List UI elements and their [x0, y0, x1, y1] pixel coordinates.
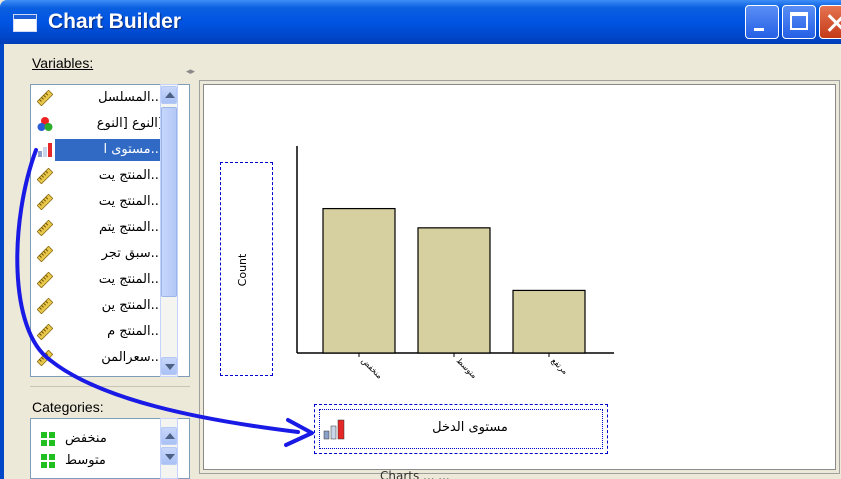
canvas-footer-text: Charts ... ...: [380, 469, 450, 479]
close-button[interactable]: [819, 5, 841, 39]
pane-splitter-vertical[interactable]: ◂▸: [186, 68, 200, 77]
maximize-button[interactable]: [782, 5, 816, 39]
variable-label: [النوع [النوع: [96, 116, 163, 131]
scroll-down-button[interactable]: [161, 357, 177, 375]
variable-label: ...المنتج ين: [101, 298, 163, 313]
ordinal-bars-icon: [37, 142, 53, 158]
variable-item[interactable]: [النوع [النوع: [35, 113, 163, 135]
variable-label: ...سبق تجر: [101, 246, 163, 261]
variable-item[interactable]: ...المنتج يت: [35, 269, 163, 291]
window-title: Chart Builder: [48, 10, 182, 33]
variable-label: ...المسلسل: [98, 90, 163, 105]
variable-item[interactable]: ...المنتج ين: [35, 295, 163, 317]
scroll-up-button[interactable]: [161, 427, 177, 445]
window-icon: [13, 14, 37, 32]
ruler-scale-icon: [36, 89, 54, 107]
category-item[interactable]: منخفض: [39, 429, 179, 449]
variable-item[interactable]: ...سعرالمن: [35, 347, 163, 369]
ruler-scale-icon: [36, 193, 54, 211]
x-axis-variable-label: مستوى الدخل: [432, 420, 508, 435]
chevron-up-icon: [165, 92, 175, 98]
ordinal-bars-icon: [323, 419, 345, 440]
chevron-down-icon: [165, 454, 175, 460]
chart-builder-window: Chart Builder Variables: ...المسلسل [النو…: [0, 0, 841, 479]
scroll-thumb[interactable]: [161, 107, 177, 297]
ruler-scale-icon: [36, 167, 54, 185]
variables-scrollbar[interactable]: [160, 84, 178, 377]
categories-scrollbar[interactable]: [160, 418, 178, 479]
minimize-button[interactable]: [745, 5, 779, 39]
chevron-down-icon: [165, 364, 175, 370]
y-axis-label: Count: [236, 253, 249, 287]
variable-item[interactable]: ...سبق تجر: [35, 243, 163, 265]
variable-item[interactable]: ...المنتج يت: [35, 165, 163, 187]
variable-label: ...سعرالمن: [101, 350, 163, 365]
category-label: متوسط: [65, 453, 106, 468]
nominal-circles-icon: [37, 116, 53, 132]
variable-item[interactable]: ...المنتج م: [35, 321, 163, 343]
variable-label: ...المنتج يت: [98, 194, 163, 209]
variable-item[interactable]: ...المنتج يتم: [35, 217, 163, 239]
pane-splitter-horizontal[interactable]: [30, 378, 190, 387]
ruler-scale-icon: [36, 271, 54, 289]
variable-label: ...المنتج م: [107, 324, 163, 339]
variable-label: ...المنتج يت: [98, 272, 163, 287]
ruler-scale-icon: [36, 297, 54, 315]
variable-item[interactable]: ...المنتج يت: [35, 191, 163, 213]
variables-label: Variables:: [32, 55, 93, 71]
ruler-scale-icon: [36, 323, 54, 341]
category-label: منخفض: [65, 431, 107, 446]
scroll-down-button[interactable]: [161, 447, 177, 465]
category-grid-icon: [41, 454, 55, 468]
ruler-scale-icon: [36, 219, 54, 237]
window-border: [0, 44, 4, 479]
category-grid-icon: [41, 432, 55, 446]
variable-label: ...المنتج يت: [98, 168, 163, 183]
category-item[interactable]: متوسط: [39, 451, 179, 471]
variable-item[interactable]: ...مستوى ا: [35, 139, 163, 161]
categories-label: Categories:: [32, 399, 104, 415]
title-bar[interactable]: Chart Builder: [0, 0, 841, 44]
variables-label-text: Variables:: [32, 55, 94, 71]
scroll-up-button[interactable]: [161, 86, 177, 104]
variable-label: ...مستوى ا: [55, 139, 163, 161]
ruler-scale-icon: [36, 245, 54, 263]
variable-item[interactable]: ...المسلسل: [35, 87, 163, 109]
chevron-up-icon: [165, 433, 175, 439]
ruler-scale-icon: [36, 349, 54, 367]
variable-label: ...المنتج يتم: [98, 220, 163, 235]
